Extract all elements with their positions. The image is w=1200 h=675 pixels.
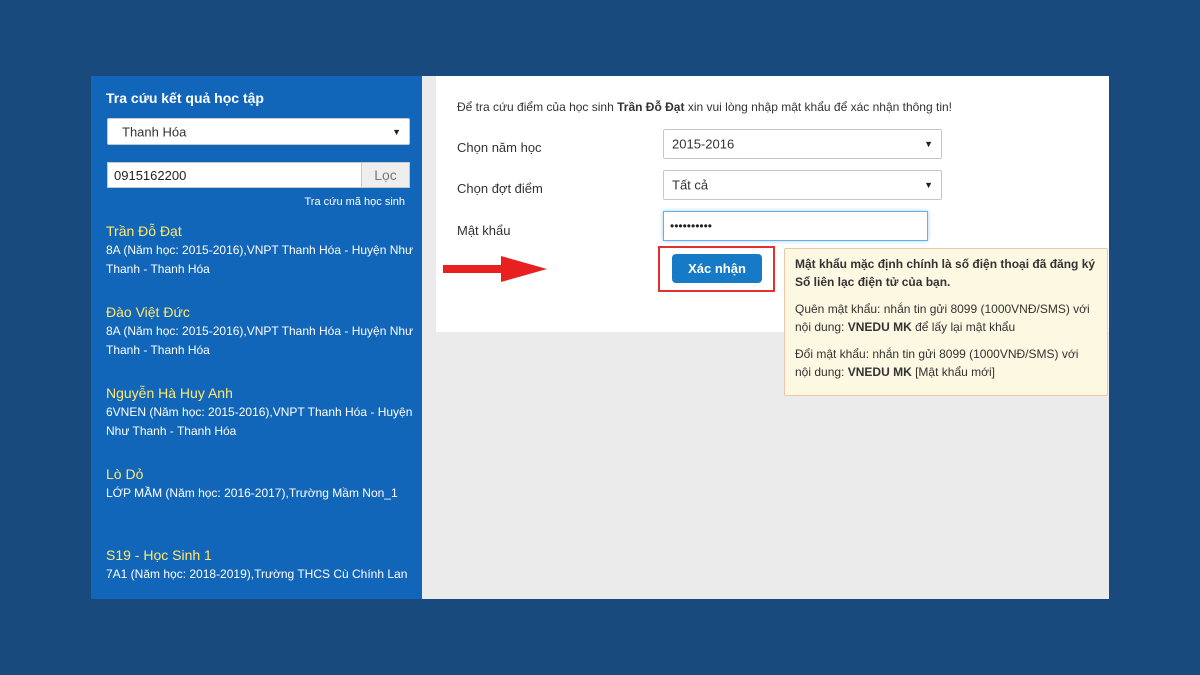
grade-round-select[interactable]: Tất cả ▼: [663, 170, 942, 200]
grade-round-value: Tất cả: [672, 177, 709, 193]
student-name[interactable]: S19 - Học Sinh 1: [106, 546, 416, 565]
password-help-tooltip: Mật khẩu mặc định chính là số điện thoại…: [784, 248, 1108, 396]
student-info: LỚP MẦM (Năm học: 2016-2017),Trường Mầm …: [106, 486, 398, 500]
help-forgot-password: Quên mật khẩu: nhắn tin gửi 8099 (1000VN…: [795, 300, 1097, 336]
password-label: Mật khẩu: [457, 223, 511, 238]
help-change-code: VNEDU MK: [847, 365, 912, 379]
student-item[interactable]: Trần Đỗ Đạt 8A (Năm học: 2015-2016),VNPT…: [106, 222, 416, 303]
grade-round-label: Chọn đợt điểm: [457, 181, 543, 196]
help-default-password: Mật khẩu mặc định chính là số điện thoại…: [795, 257, 1096, 289]
student-list: Trần Đỗ Đạt 8A (Năm học: 2015-2016),VNPT…: [106, 222, 416, 599]
red-right-arrow-icon: [443, 256, 547, 282]
province-select[interactable]: Thanh Hóa ▼: [107, 118, 410, 145]
student-info: 8A (Năm học: 2015-2016),VNPT Thanh Hóa -…: [106, 243, 414, 276]
student-name[interactable]: Nguyễn Hà Huy Anh: [106, 384, 416, 403]
chevron-down-icon: ▼: [924, 180, 933, 190]
confirm-button[interactable]: Xác nhận: [672, 254, 762, 283]
intro-text: Để tra cứu điểm của học sinh Trần Đỗ Đạt…: [457, 100, 952, 114]
help-change-password: Đổi mật khẩu: nhắn tin gửi 8099 (1000VNĐ…: [795, 345, 1097, 381]
student-name[interactable]: Trần Đỗ Đạt: [106, 222, 416, 241]
student-name[interactable]: Đào Việt Đức: [106, 303, 416, 322]
intro-student-name: Trần Đỗ Đạt: [617, 100, 685, 114]
sidebar-title: Tra cứu kết quả học tập: [106, 90, 264, 106]
student-item[interactable]: S19 - Học Sinh 1 7A1 (Năm học: 2018-2019…: [106, 546, 416, 599]
province-value: Thanh Hóa: [122, 124, 187, 139]
student-code-link[interactable]: Tra cứu mã học sinh: [305, 196, 406, 208]
intro-prefix: Để tra cứu điểm của học sinh: [457, 100, 614, 114]
help-change-suffix: [Mật khẩu mới]: [915, 365, 995, 379]
student-info: 6VNEN (Năm học: 2015-2016),VNPT Thanh Hó…: [106, 405, 413, 438]
student-name[interactable]: Lò Dỏ: [106, 465, 416, 484]
student-item[interactable]: Nguyễn Hà Huy Anh 6VNEN (Năm học: 2015-2…: [106, 384, 416, 465]
chevron-down-icon: ▼: [924, 139, 933, 149]
intro-suffix: xin vui lòng nhập mật khẩu để xác nhận t…: [687, 100, 952, 114]
chevron-down-icon: ▼: [392, 126, 401, 137]
school-year-select[interactable]: 2015-2016 ▼: [663, 129, 942, 159]
school-year-value: 2015-2016: [672, 136, 735, 152]
password-input[interactable]: [663, 211, 928, 241]
help-forgot-suffix: để lấy lại mật khẩu: [915, 320, 1016, 334]
student-info: 8A (Năm học: 2015-2016),VNPT Thanh Hóa -…: [106, 324, 414, 357]
help-forgot-code: VNEDU MK: [847, 320, 912, 334]
student-info: 7A1 (Năm học: 2018-2019),Trường THCS Cù …: [106, 567, 408, 581]
filter-button[interactable]: Lọc: [361, 162, 410, 188]
phone-input[interactable]: [107, 162, 361, 188]
student-item[interactable]: Lò Dỏ LỚP MẦM (Năm học: 2016-2017),Trườn…: [106, 465, 416, 546]
sidebar: Tra cứu kết quả học tập Thanh Hóa ▼ Lọc …: [91, 76, 422, 599]
year-label: Chọn năm học: [457, 140, 542, 155]
student-item[interactable]: Đào Việt Đức 8A (Năm học: 2015-2016),VNP…: [106, 303, 416, 384]
